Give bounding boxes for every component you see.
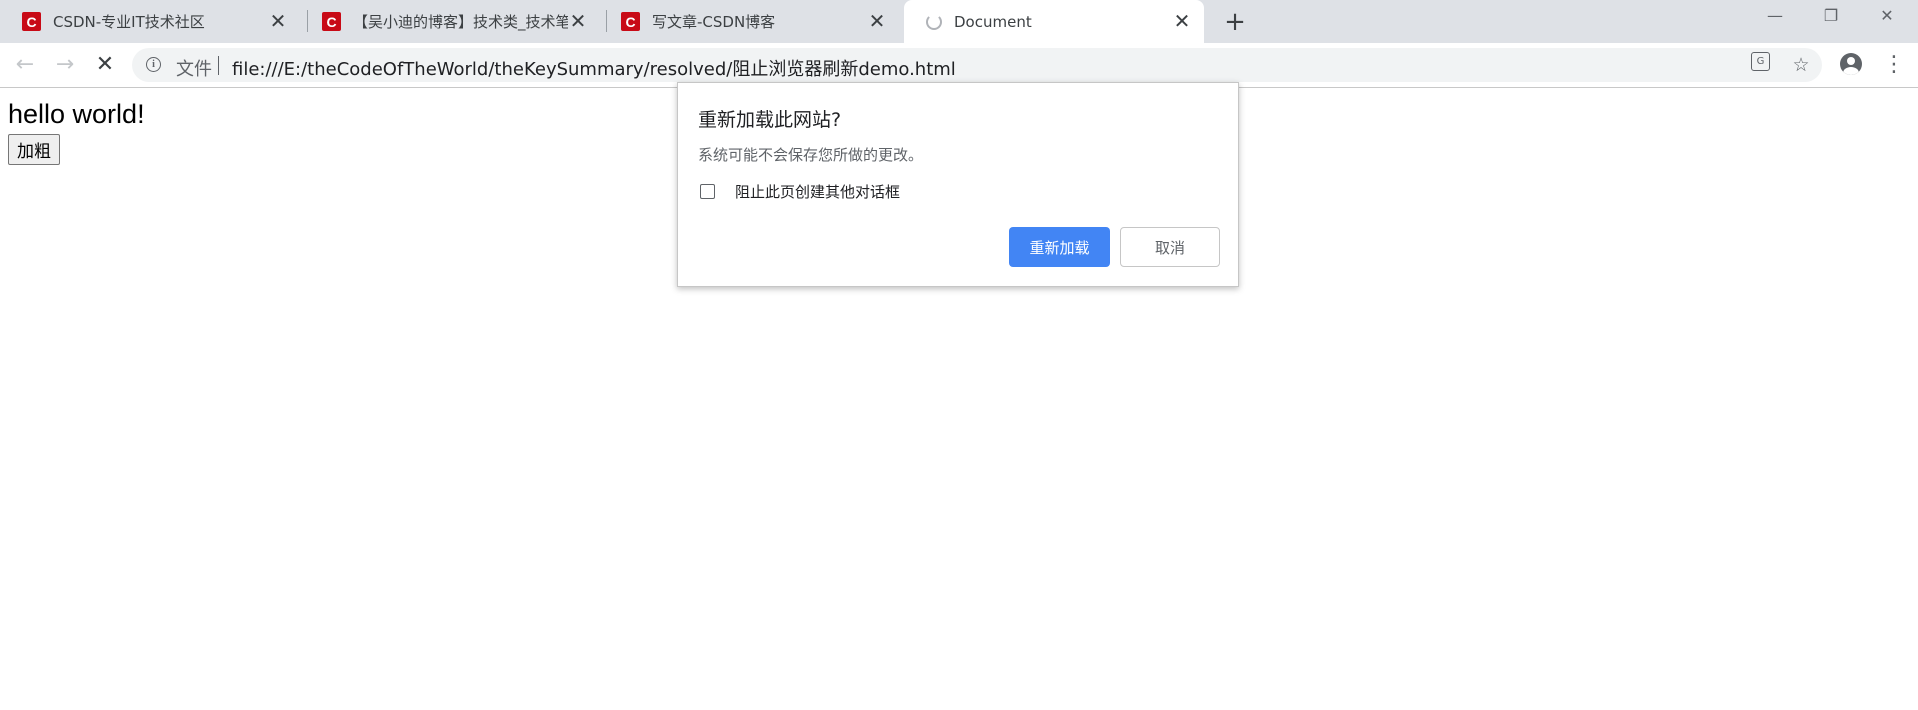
new-tab-button[interactable]: +	[1219, 6, 1251, 38]
tab-title: CSDN-专业IT技术社区	[53, 13, 205, 31]
tab-csdn-home[interactable]: C CSDN-专业IT技术社区 ✕	[0, 0, 300, 43]
page-heading: hello world!	[8, 99, 145, 129]
info-icon[interactable]: i	[146, 57, 161, 72]
back-button[interactable]: ←	[10, 50, 40, 80]
tab-blog[interactable]: C 【吴小迪的博客】技术类_技术笔 ✕	[300, 0, 600, 43]
tab-document[interactable]: Document ✕	[904, 0, 1204, 43]
restore-button[interactable]: ❐	[1806, 2, 1856, 30]
close-tab-icon[interactable]: ✕	[1172, 11, 1192, 31]
tab-strip: C CSDN-专业IT技术社区 ✕ C 【吴小迪的博客】技术类_技术笔 ✕ C …	[0, 0, 1918, 43]
url-text[interactable]: file:///E:/theCodeOfTheWorld/theKeySumma…	[232, 55, 956, 81]
tab-write-article[interactable]: C 写文章-CSDN博客 ✕	[599, 0, 899, 43]
page-content: hello world! 加粗	[8, 98, 145, 165]
suppress-dialogs-label[interactable]: 阻止此页创建其他对话框	[735, 181, 900, 202]
suppress-dialogs-row[interactable]: 阻止此页创建其他对话框	[700, 181, 900, 202]
stop-loading-button[interactable]: ✕	[90, 50, 120, 80]
tab-title: 【吴小迪的博客】技术类_技术笔	[353, 13, 568, 31]
address-bar[interactable]: i 文件 file:///E:/theCodeOfTheWorld/theKey…	[132, 48, 1822, 82]
loading-spinner-icon	[926, 13, 942, 30]
csdn-logo-icon: C	[22, 12, 41, 31]
close-tab-icon[interactable]: ✕	[268, 11, 288, 31]
tab-title: 写文章-CSDN博客	[652, 13, 776, 31]
suppress-dialogs-checkbox[interactable]	[700, 184, 715, 199]
dialog-message: 系统可能不会保存您所做的更改。	[698, 146, 924, 164]
csdn-logo-icon: C	[621, 12, 640, 31]
bold-button[interactable]: 加粗	[8, 134, 60, 165]
reload-confirm-dialog: 重新加载此网站? 系统可能不会保存您所做的更改。 阻止此页创建其他对话框 重新加…	[677, 82, 1239, 287]
csdn-logo-icon: C	[322, 12, 341, 31]
translate-icon[interactable]: G	[1751, 52, 1770, 71]
browser-menu-icon[interactable]: ⋮	[1883, 52, 1905, 78]
minimize-button[interactable]: —	[1750, 2, 1800, 30]
window-close-button[interactable]: ✕	[1862, 2, 1912, 30]
forward-button[interactable]: →	[50, 50, 80, 80]
profile-avatar-icon[interactable]	[1840, 53, 1862, 75]
bookmark-star-icon[interactable]: ☆	[1789, 53, 1813, 77]
reload-button[interactable]: 重新加载	[1009, 227, 1110, 267]
omnibox-divider	[218, 56, 219, 75]
close-tab-icon[interactable]: ✕	[568, 11, 588, 31]
dialog-title: 重新加载此网站?	[698, 109, 842, 131]
close-tab-icon[interactable]: ✕	[867, 11, 887, 31]
scheme-label: 文件	[176, 59, 212, 80]
cancel-button[interactable]: 取消	[1120, 227, 1220, 267]
tab-title: Document	[954, 12, 1032, 31]
